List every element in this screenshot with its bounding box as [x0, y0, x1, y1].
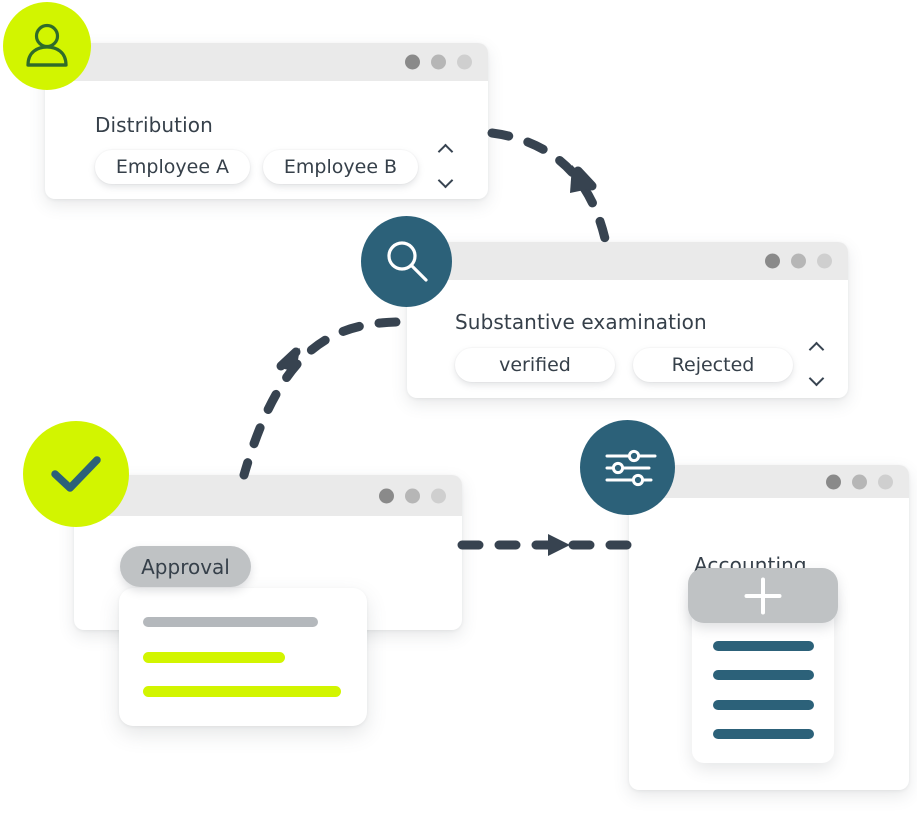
traffic-lights-distribution [405, 54, 472, 70]
approval-bar-1 [143, 617, 318, 627]
arrow-examination-to-approval [239, 317, 401, 480]
sliders-icon [605, 449, 656, 486]
option-employee-b[interactable]: Employee B [263, 150, 418, 184]
titlebar-distribution [45, 43, 488, 81]
accounting-bar-1 [713, 641, 814, 651]
close-dot[interactable] [379, 488, 394, 503]
badge-sliders [580, 420, 675, 515]
minimize-dot[interactable] [431, 54, 446, 70]
user-icon [26, 23, 68, 67]
titlebar-substantive-examination [407, 242, 848, 280]
traffic-lights-approval [379, 488, 446, 503]
add-entry-button[interactable] [688, 568, 838, 623]
workflow-diagram: Distribution Employee A Employee B Subst… [0, 0, 917, 814]
arrow-distribution-to-examination [487, 128, 611, 248]
titlebar-approval [74, 475, 462, 516]
badge-user [3, 2, 91, 90]
close-dot[interactable] [405, 54, 420, 70]
page-title-substantive-examination: Substantive examination [455, 310, 707, 334]
accounting-bar-3 [713, 700, 814, 710]
approval-tag[interactable]: Approval [120, 546, 251, 587]
arrow-approval-to-accounting [457, 534, 633, 556]
window-substantive-examination[interactable]: Substantive examination verified Rejecte… [407, 242, 848, 398]
search-icon [386, 240, 428, 282]
chevron-up-icon[interactable] [438, 145, 453, 154]
accounting-bar-2 [713, 670, 814, 680]
stepper-substantive-examination[interactable] [805, 343, 827, 383]
minimize-dot[interactable] [852, 474, 867, 489]
window-distribution[interactable]: Distribution Employee A Employee B [45, 43, 488, 199]
maximize-dot[interactable] [457, 54, 472, 70]
close-dot[interactable] [826, 474, 841, 489]
plus-icon-vertical-stroke [761, 577, 765, 614]
traffic-lights-substantive-examination [765, 253, 832, 269]
maximize-dot[interactable] [878, 474, 893, 489]
maximize-dot[interactable] [817, 253, 832, 269]
approval-bar-2 [143, 652, 285, 663]
maximize-dot[interactable] [431, 488, 446, 503]
approval-bar-3 [143, 686, 341, 697]
option-employee-a[interactable]: Employee A [95, 150, 250, 184]
chevron-up-icon[interactable] [809, 343, 824, 352]
option-rejected[interactable]: Rejected [633, 348, 793, 382]
page-title-distribution: Distribution [95, 113, 213, 137]
approval-card [119, 588, 367, 726]
option-verified[interactable]: verified [455, 348, 615, 382]
chevron-down-icon[interactable] [809, 374, 824, 383]
stepper-distribution[interactable] [434, 145, 456, 185]
chevron-down-icon[interactable] [438, 176, 453, 185]
badge-check [23, 421, 129, 527]
check-icon [51, 456, 101, 492]
minimize-dot[interactable] [405, 488, 420, 503]
traffic-lights-accounting [826, 474, 893, 489]
accounting-bar-4 [713, 729, 814, 739]
window-body-distribution: Distribution Employee A Employee B [45, 81, 488, 199]
close-dot[interactable] [765, 253, 780, 269]
badge-search [361, 216, 452, 307]
window-body-substantive-examination: Substantive examination verified Rejecte… [407, 280, 848, 398]
minimize-dot[interactable] [791, 253, 806, 269]
